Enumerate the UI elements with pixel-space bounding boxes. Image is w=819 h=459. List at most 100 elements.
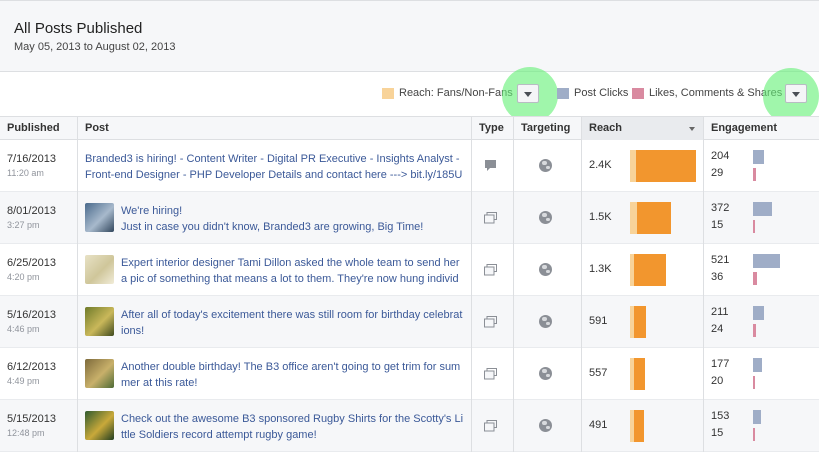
table-row[interactable]: 6/25/2013 4:20 pm Expert interior designer… xyxy=(0,244,819,296)
likes-bar xyxy=(753,272,757,285)
column-divider xyxy=(77,192,78,244)
published-date: 5/16/2013 xyxy=(7,309,56,321)
legend-bar: Reach: Fans/Non-Fans Post Clicks Likes, … xyxy=(0,67,819,124)
likes-value: 24 xyxy=(711,323,724,335)
column-divider xyxy=(471,140,472,192)
reach-value: 591 xyxy=(589,315,608,327)
public-globe-icon xyxy=(539,315,552,328)
likes-bar xyxy=(753,168,756,181)
column-divider xyxy=(471,296,472,348)
status-icon xyxy=(484,159,497,177)
reach-bar xyxy=(630,410,644,442)
table-row[interactable]: 5/16/2013 4:46 pm After all of today's exc… xyxy=(0,296,819,348)
post-clicks-value: 372 xyxy=(711,202,730,214)
photo-icon xyxy=(484,263,497,281)
post-thumbnail[interactable] xyxy=(85,203,114,232)
legend-clicks-swatch xyxy=(557,87,569,99)
column-divider xyxy=(581,348,582,400)
likes-value: 15 xyxy=(711,219,724,231)
post-thumbnail[interactable] xyxy=(85,255,114,284)
reach-bar-nonfans xyxy=(634,358,645,390)
post-clicks-value: 204 xyxy=(711,150,730,162)
published-time: 4:46 pm xyxy=(7,324,40,334)
reach-bar-nonfans xyxy=(634,254,666,286)
post-clicks-bar xyxy=(753,254,780,268)
post-clicks-value: 153 xyxy=(711,410,730,422)
reach-value: 1.5K xyxy=(589,211,612,223)
col-engagement[interactable]: Engagement xyxy=(703,117,819,140)
reach-value: 491 xyxy=(589,419,608,431)
column-divider xyxy=(581,400,582,452)
likes-bar xyxy=(753,376,755,389)
column-divider xyxy=(703,192,704,244)
photo-icon xyxy=(484,211,497,229)
column-divider xyxy=(581,244,582,296)
column-divider xyxy=(471,244,472,296)
column-divider xyxy=(471,400,472,452)
column-divider xyxy=(703,400,704,452)
likes-value: 36 xyxy=(711,271,724,283)
post-clicks-bar xyxy=(753,358,762,372)
reach-dropdown-button[interactable] xyxy=(517,84,539,103)
reach-bar-nonfans xyxy=(636,150,696,182)
post-clicks-value: 211 xyxy=(711,306,729,318)
column-divider xyxy=(77,400,78,452)
public-globe-icon xyxy=(539,211,552,224)
column-divider xyxy=(513,400,514,452)
column-divider xyxy=(513,192,514,244)
likes-value: 15 xyxy=(711,427,724,439)
post-clicks-bar xyxy=(753,202,772,216)
post-text-link[interactable]: Expert interior designer Tami Dillon ask… xyxy=(121,255,464,289)
col-published[interactable]: Published xyxy=(0,117,77,140)
post-text-link[interactable]: Check out the awesome B3 sponsored Rugby… xyxy=(121,411,464,445)
published-date: 8/01/2013 xyxy=(7,205,56,217)
post-thumbnail[interactable] xyxy=(85,411,114,440)
public-globe-icon xyxy=(539,367,552,380)
reach-value: 2.4K xyxy=(589,159,612,171)
post-text-link[interactable]: Branded3 is hiring! - Content Writer - D… xyxy=(85,151,464,185)
column-divider xyxy=(703,244,704,296)
column-divider xyxy=(581,192,582,244)
photo-icon xyxy=(484,419,497,437)
legend-engagement-swatch xyxy=(632,87,644,99)
col-targeting[interactable]: Targeting xyxy=(513,117,581,140)
post-clicks-value: 177 xyxy=(711,358,730,370)
post-text-link[interactable]: After all of today's excitement there wa… xyxy=(121,307,464,341)
post-text-link[interactable]: We're hiring! Just in case you didn't kn… xyxy=(121,203,464,237)
legend-clicks: Post Clicks xyxy=(557,87,628,99)
likes-value: 29 xyxy=(711,167,724,179)
table-row[interactable]: 6/12/2013 4:49 pm Another double birthday!… xyxy=(0,348,819,400)
page-title: All Posts Published xyxy=(14,20,143,37)
column-divider xyxy=(703,140,704,192)
column-divider xyxy=(703,296,704,348)
published-time: 12:48 pm xyxy=(7,428,45,438)
published-time: 3:27 pm xyxy=(7,220,40,230)
published-date: 6/25/2013 xyxy=(7,257,56,269)
table-row[interactable]: 5/15/2013 12:48 pm Check out the awesome B… xyxy=(0,400,819,452)
reach-bar-fans xyxy=(630,202,637,234)
post-text-link[interactable]: Another double birthday! The B3 office a… xyxy=(121,359,464,393)
reach-bar xyxy=(630,358,645,390)
photo-icon xyxy=(484,315,497,333)
col-reach[interactable]: Reach xyxy=(581,117,703,140)
column-divider xyxy=(77,140,78,192)
col-post[interactable]: Post xyxy=(77,117,471,140)
legend-reach: Reach: Fans/Non-Fans xyxy=(382,87,513,99)
column-divider xyxy=(513,140,514,192)
photo-icon xyxy=(484,367,497,385)
reach-value: 1.3K xyxy=(589,263,612,275)
table-row[interactable]: 8/01/2013 3:27 pm We're hiring! Just in ca… xyxy=(0,192,819,244)
col-type[interactable]: Type xyxy=(471,117,513,140)
engagement-dropdown-button[interactable] xyxy=(785,84,807,103)
post-clicks-bar xyxy=(753,410,761,424)
reach-bar xyxy=(630,254,666,286)
likes-bar xyxy=(753,220,755,233)
sort-desc-icon xyxy=(689,127,695,131)
post-thumbnail[interactable] xyxy=(85,359,114,388)
published-date: 5/15/2013 xyxy=(7,413,56,425)
legend-clicks-label: Post Clicks xyxy=(574,87,629,99)
post-thumbnail[interactable] xyxy=(85,307,114,336)
table-row[interactable]: 7/16/2013 11:20 am Branded3 is hiring! - C… xyxy=(0,140,819,192)
post-clicks-value: 521 xyxy=(711,254,730,266)
likes-bar xyxy=(753,428,755,441)
